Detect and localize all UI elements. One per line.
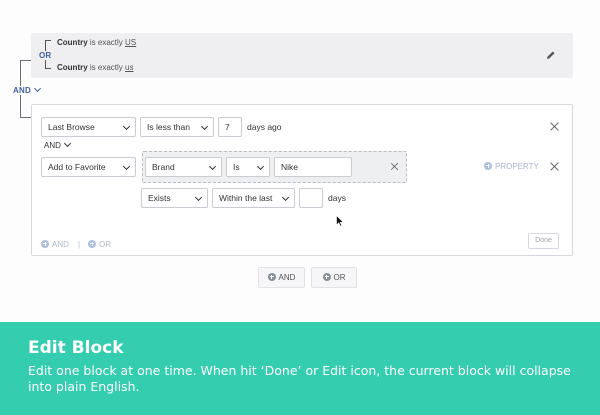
event-select[interactable]: Last Browse	[41, 117, 136, 137]
property-operator-select[interactable]: Is	[226, 157, 270, 177]
chevron-down-icon	[281, 193, 290, 202]
pencil-icon[interactable]	[546, 50, 556, 60]
event-select-2[interactable]: Add to Favorite	[41, 157, 136, 177]
chevron-down-icon	[122, 162, 131, 171]
unit-label: days ago	[247, 122, 282, 132]
operator-select[interactable]: Is less than	[140, 117, 214, 137]
info-banner: Edit Block Edit one block at one time. W…	[0, 322, 600, 415]
and-toggle[interactable]: AND	[12, 84, 41, 95]
and-connector-top	[20, 60, 31, 61]
or-label: OR	[39, 51, 52, 60]
or-connector-bottom	[45, 68, 51, 69]
chevron-down-icon	[256, 162, 265, 171]
or-connector-top	[45, 40, 51, 41]
and-connector-bottom	[20, 117, 31, 118]
add-and-group-button[interactable]: AND	[258, 267, 305, 288]
close-icon[interactable]	[550, 122, 559, 131]
chevron-down-icon	[194, 193, 203, 202]
summary-line-1: Country is exactly US	[57, 38, 137, 47]
plus-icon	[88, 239, 96, 248]
close-icon[interactable]	[550, 162, 559, 171]
banner-text: Edit one block at one time. When hit ‘Do…	[28, 363, 571, 394]
days-input[interactable]	[299, 188, 323, 208]
done-button[interactable]: Done	[528, 233, 559, 249]
condition-select[interactable]: Exists	[141, 188, 208, 208]
add-or-group-button[interactable]: OR	[311, 267, 357, 288]
chevron-down-icon	[200, 122, 209, 131]
inner-and-toggle[interactable]: AND	[44, 139, 71, 150]
banner-title: Edit Block	[28, 338, 124, 358]
days-label: days	[328, 193, 346, 203]
chevron-down-icon	[33, 84, 41, 93]
property-select[interactable]: Brand	[145, 157, 222, 177]
rule-builder: AND OR Country is exactly US Country is …	[0, 0, 600, 322]
chevron-down-icon	[63, 139, 71, 148]
chevron-down-icon	[122, 122, 131, 131]
cursor-icon	[336, 215, 344, 227]
range-select[interactable]: Within the last	[212, 188, 295, 208]
add-property-button[interactable]: PROPERTY	[484, 161, 539, 171]
property-value-input[interactable]: Nike	[274, 157, 352, 177]
summary-line-2: Country is exactly us	[57, 63, 134, 72]
plus-icon	[41, 239, 49, 248]
plus-icon	[322, 272, 331, 281]
chevron-down-icon	[208, 162, 217, 171]
add-and-button[interactable]: AND	[41, 239, 69, 249]
plus-icon	[484, 161, 492, 170]
plus-icon	[267, 272, 276, 281]
value-input[interactable]: 7	[218, 117, 242, 137]
footer-separator: |	[78, 240, 81, 249]
add-or-button[interactable]: OR	[88, 239, 111, 249]
close-icon[interactable]	[391, 163, 399, 171]
